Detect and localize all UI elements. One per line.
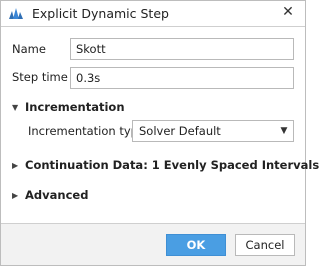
close-icon[interactable]: ✕ bbox=[280, 4, 296, 20]
incrementation-type-value: Solver Default bbox=[139, 124, 221, 138]
name-input[interactable] bbox=[70, 38, 294, 60]
dialog-footer: OK Cancel bbox=[1, 224, 305, 265]
title-divider bbox=[1, 26, 305, 27]
cancel-button[interactable]: Cancel bbox=[235, 234, 295, 256]
explicit-dynamic-step-dialog: Explicit Dynamic Step ✕ Name Step time ▼… bbox=[0, 0, 319, 266]
dropdown-arrow-icon: ▼ bbox=[280, 126, 288, 136]
advanced-section-header[interactable]: ▶ Advanced bbox=[12, 188, 88, 202]
step-time-label: Step time bbox=[12, 70, 68, 84]
name-label: Name bbox=[12, 42, 46, 56]
incrementation-section-header[interactable]: ▼ Incrementation bbox=[12, 100, 125, 114]
dialog-title: Explicit Dynamic Step bbox=[32, 6, 169, 21]
collapsed-triangle-icon: ▶ bbox=[12, 160, 19, 170]
continuation-data-section-header[interactable]: ▶ Continuation Data: 1 Evenly Spaced Int… bbox=[12, 158, 319, 172]
collapsed-triangle-icon: ▶ bbox=[12, 190, 19, 200]
ok-button[interactable]: OK bbox=[166, 234, 226, 256]
app-logo-icon bbox=[9, 8, 23, 19]
step-time-input[interactable] bbox=[70, 67, 294, 89]
expanded-triangle-icon: ▼ bbox=[12, 102, 19, 112]
incrementation-title: Incrementation bbox=[25, 100, 125, 114]
incrementation-type-select[interactable]: Solver Default ▼ bbox=[132, 120, 294, 142]
incrementation-type-label: Incrementation type bbox=[28, 124, 146, 138]
title-bar[interactable]: Explicit Dynamic Step ✕ bbox=[1, 1, 305, 26]
advanced-title: Advanced bbox=[25, 188, 89, 202]
continuation-data-title: Continuation Data: 1 Evenly Spaced Inter… bbox=[25, 158, 320, 172]
